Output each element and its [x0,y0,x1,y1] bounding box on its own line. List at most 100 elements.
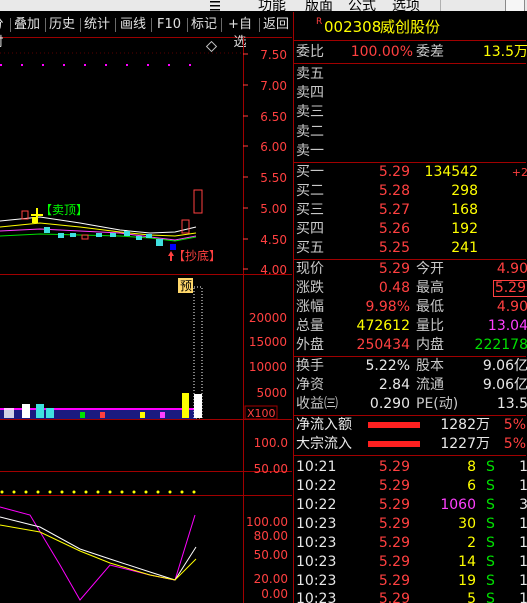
buy-row: 买五 5.25 241 [296,239,527,258]
tab-draw-line[interactable]: 画线 [117,16,149,34]
flow-pct: 5% [503,417,526,433]
chart-toolbar: 分时 叠加 历史 统计 画线 F10 标记 +自选 返回 [0,12,292,50]
stock-code: 002308 [324,18,382,36]
quote-label: 内盘 [416,337,444,353]
buy-label: 买一 [296,164,324,180]
indicator1-tick: 100.0 [254,436,288,450]
tab-history[interactable]: 历史 [47,16,77,34]
tab-f10[interactable]: F10 [153,16,185,34]
quote-label: 涨跌 [296,280,324,296]
tick-volume: 2 [467,535,476,551]
quote-row: 涨跌 0.48 最高 5.29 [296,279,527,298]
price-axis: 7.50 7.00 6.50 6.00 5.50 5.00 4.50 4.00 [260,48,287,277]
toolbar-divider [187,18,188,32]
menu-divider [440,0,441,11]
window-control-button[interactable] [505,0,525,11]
buy-price: 5.29 [378,164,410,180]
tick-volume: 5 [467,591,476,603]
tick-side: S [486,516,495,532]
toolbar-divider [115,18,116,32]
menu-formula[interactable]: 公式 [348,0,376,11]
quote-label: 最低 [416,299,444,315]
buy-volume: 134542 [424,164,478,180]
indicator2-tick: 0.00 [261,587,288,601]
add-watchlist-button[interactable]: +自选 [222,16,258,50]
tick-price: 5.29 [378,459,410,475]
sell-signal-marker: 【卖顶】 [31,203,88,221]
volume-tick: 15000 [249,335,287,349]
flow-row: 大宗流入 1227万 5% [296,435,527,454]
tick-time: 10:21 [296,459,337,475]
price-tick: 5.50 [260,171,287,185]
diamond-icon[interactable] [205,40,218,53]
tab-statistics[interactable]: 统计 [82,16,112,34]
buy-row: 买四 5.26 192 [296,220,527,239]
tab-mark[interactable]: 标记 [189,16,219,34]
tick-time: 10:23 [296,554,337,570]
tick-row: 10:23 5.29 30 S 1 [296,515,527,534]
menu-function[interactable]: 功能 [258,0,286,11]
flow-row: 净流入额 1282万 5% [296,416,527,435]
tick-price: 5.29 [378,516,410,532]
tick-side: S [486,573,495,589]
indicator2-tick: 50.00 [254,548,288,562]
order-diff-value: 13.5万 [482,44,527,60]
quote-row: 外盘 250434 内盘 222178 [296,336,527,355]
stock-header: R 002308 威创股份 [296,16,527,38]
tick-row: 10:21 5.29 8 S 1 [296,458,527,477]
back-button[interactable]: 返回 [261,16,291,34]
quote-value: 5.29 [492,280,527,297]
tick-side: S [486,554,495,570]
buy-signal-marker: 【抄底】 [168,248,221,263]
kline-chart-area[interactable]: 7.50 7.00 6.50 6.00 5.50 5.00 4.50 4.00 [0,37,292,603]
tick-side: S [486,591,495,603]
tab-overlay[interactable]: 叠加 [12,16,42,34]
tick-time: 10:22 [296,478,337,494]
buy-price: 5.27 [378,202,410,218]
menu-options[interactable]: 选项 [392,0,420,11]
buy-label: 买四 [296,221,324,237]
buy-row: 买一 5.29 134542 +2 [296,163,527,182]
tick-price: 5.29 [378,497,410,513]
tick-count: 1 [519,459,527,475]
price-tick: 7.00 [260,79,287,93]
fund-label: 净资 [296,377,324,393]
flow-amount: 1282万 [440,417,490,433]
quote-row: 现价 5.29 今开 4.90 [296,260,527,279]
moving-average-lines [0,216,197,242]
sell-label: 卖三 [296,104,324,120]
tick-price: 5.29 [378,478,410,494]
tick-count: 1 [519,573,527,589]
tick-time: 10:23 [296,516,337,532]
quote-value: 472612 [356,318,410,334]
quote-value: 250434 [356,337,410,353]
price-tick: 6.00 [260,140,287,154]
fund-row: 净资 2.84 流通 9.06亿 [296,376,527,395]
fund-label: 换手 [296,358,324,374]
tick-price: 5.29 [378,554,410,570]
menu-grip-icon[interactable] [208,0,222,11]
tick-volume: 6 [467,478,476,494]
toolbar-divider [80,18,81,32]
order-ratio-label: 委比 [296,44,324,60]
indicator1-dots [0,490,196,494]
stock-name: 威创股份 [380,18,441,36]
quote-value: 13.04 [487,318,527,334]
quote-label: 现价 [296,261,324,277]
buy-volume: 192 [451,221,478,237]
quote-row: 涨幅 9.98% 最低 4.90 [296,298,527,317]
buy-label: 买二 [296,183,324,199]
tick-count: 1 [519,591,527,603]
price-tick: 4.00 [260,263,287,277]
volume-tick: 20000 [249,311,287,325]
menu-layout[interactable]: 版面 [305,0,333,11]
sell-row: 卖二 [296,123,527,142]
fund-label: PE(动) [416,396,459,412]
buy-bottom-label: 【抄底】 [173,248,221,263]
order-ratio-row: 委比 100.00% 委差 13.5万 [296,43,527,62]
quote-value: 9.98% [365,299,410,315]
flow-label: 大宗流入 [296,436,352,452]
tab-intraday[interactable]: 分时 [0,16,4,50]
tick-volume: 8 [467,459,476,475]
quote-row: 总量 472612 量比 13.04 [296,317,527,336]
